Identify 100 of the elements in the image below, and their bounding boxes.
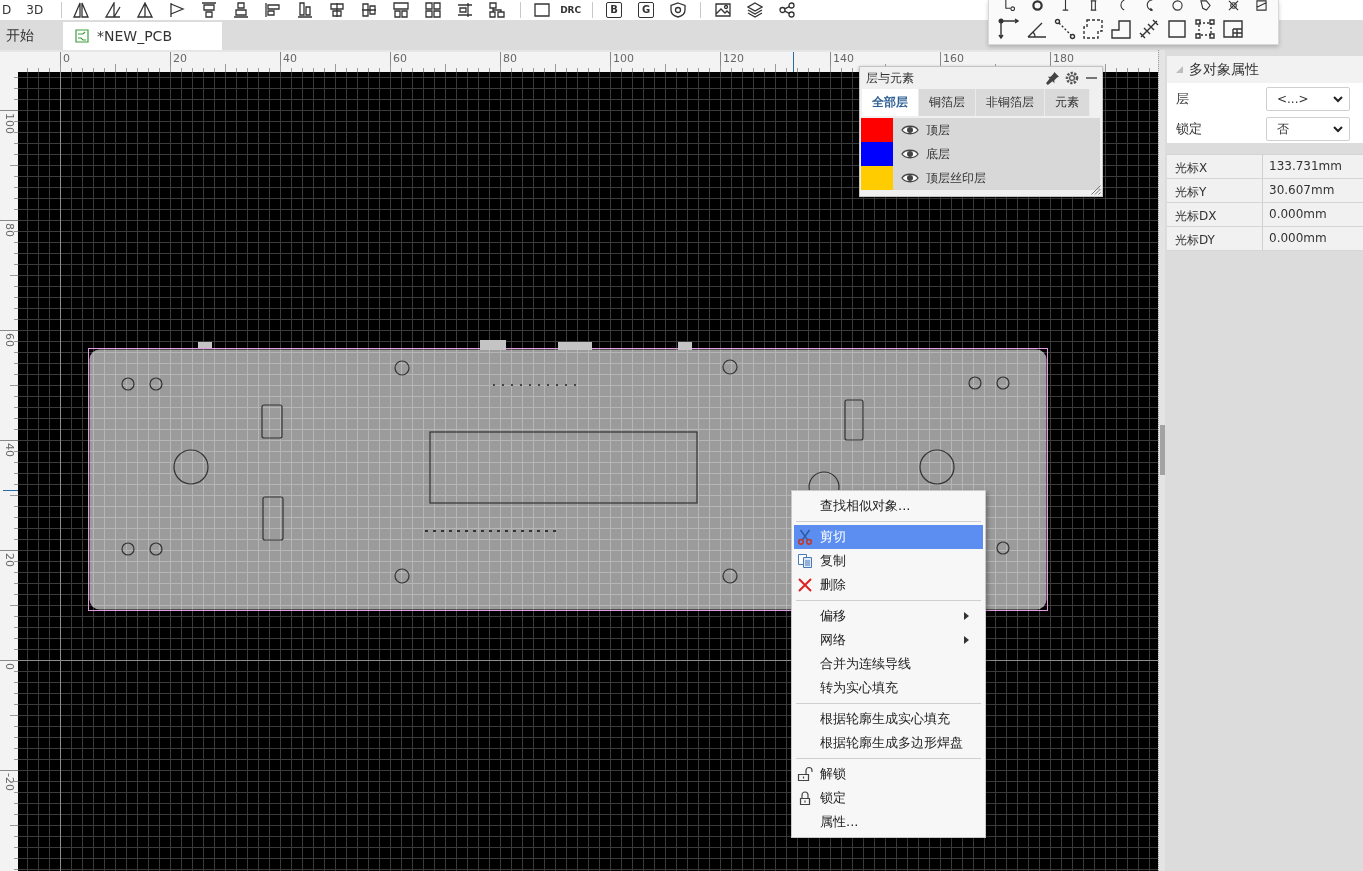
mounting-hole [722,359,738,375]
table-cell: 0.000mm [1263,203,1363,227]
framed-line-icon[interactable] [1255,0,1267,11]
view-mode-button[interactable]: D [1,2,13,18]
dashed-shape-icon[interactable] [1082,18,1104,40]
menu-item[interactable]: 复制 [794,549,983,573]
dropdown[interactable]: <...> [1266,87,1350,111]
ruler-label: 0 [60,52,70,65]
table-cell: 30.607mm [1263,179,1363,203]
menu-item[interactable]: 删除 [794,573,983,597]
shield-icon[interactable] [670,2,687,18]
layer-filter-tab[interactable]: 全部层 [862,89,919,116]
spacing-icon[interactable] [457,2,474,18]
component-outline [480,340,506,350]
rectangle-icon[interactable] [534,2,551,18]
dropdown[interactable]: 否 [1266,117,1350,141]
grid-icon[interactable] [425,2,442,18]
settings-icon[interactable] [1065,71,1079,85]
resize-grip-icon[interactable] [1091,185,1101,195]
picture-icon[interactable] [715,2,732,18]
step-shape-icon[interactable] [1110,18,1132,40]
eye-icon[interactable] [901,172,919,184]
table-icon[interactable] [1222,18,1244,40]
eye-icon[interactable] [901,148,919,160]
field-label: 层 [1176,90,1190,108]
splitter-handle[interactable] [1159,425,1165,475]
menu-item[interactable]: 根据轮廓生成多边形焊盘 [794,731,983,755]
layer-filter-tab[interactable]: 元素 [1045,89,1090,116]
dimension-corner-icon[interactable] [998,18,1020,40]
menu-item[interactable]: 根据轮廓生成实心填充 [794,707,983,731]
corner-node-icon[interactable] [1003,0,1015,11]
select-frame-icon[interactable] [1194,18,1216,40]
layer-filter-tab[interactable]: 非铜箔层 [976,89,1045,116]
layer-filter-tab[interactable]: 铜箔层 [919,89,976,116]
triangle-icon[interactable] [137,2,154,18]
ruler-label: 60 [390,52,407,65]
bars-icon[interactable] [297,2,314,18]
layer-row[interactable]: 顶层 [861,118,1100,142]
mounting-hole [173,449,209,485]
slot-outline [844,399,864,441]
mounting-hole [394,568,410,584]
cross-icon [797,577,813,593]
flag-icon[interactable] [169,2,186,18]
panel-header[interactable]: 多对象属性 [1167,56,1363,83]
layer-row[interactable]: 顶层丝印层 [861,166,1100,190]
cross-circle-icon[interactable] [1227,0,1239,11]
center-vertical-icon[interactable] [329,2,346,18]
layer-name: 顶层 [926,121,950,139]
padlock-icon [797,790,813,806]
copy-icon [797,553,813,569]
diagonal-dimension-icon[interactable] [1138,18,1160,40]
menu-item[interactable]: 查找相似对象... [794,494,983,518]
align-top-icon[interactable] [201,2,218,18]
editor-tab[interactable]: *NEW_PCB [63,22,222,50]
ruler-label: 20 [170,52,187,65]
layer-row[interactable]: 底层 [861,142,1100,166]
panel-title: 层与元素 [866,69,915,87]
menu-item[interactable]: 转为实心填充 [794,676,983,700]
table-cell: 133.731mm [1263,155,1363,179]
slot-outline [262,496,284,541]
eye-icon[interactable] [901,124,919,136]
pcb-canvas[interactable] [18,72,1158,871]
menu-item[interactable]: 合并为连续导线 [794,652,983,676]
mounting-hole [722,568,738,584]
scissors-icon [797,529,813,545]
menu-item[interactable]: 属性... [794,810,983,834]
mounting-hole [968,376,982,390]
distribute-icon[interactable] [393,2,410,18]
center-horizontal-icon[interactable] [361,2,378,18]
align-left-icon[interactable] [265,2,282,18]
component-outline [198,342,212,348]
tree-icon[interactable] [489,2,506,18]
toolbar-button[interactable]: G [638,2,655,18]
skew-triangles-icon[interactable] [105,2,122,18]
circle-icon[interactable] [1171,0,1183,11]
table-cell: 0.000mm [1263,227,1363,251]
menu-item[interactable]: 解锁 [794,762,983,786]
cursor-marker [793,52,794,72]
view-mode-button[interactable]: 3D [25,2,45,18]
square-icon[interactable] [1166,18,1188,40]
menu-item[interactable]: 偏移 [794,604,983,628]
ruler-label: 40 [280,52,297,65]
ring-icon[interactable] [1031,0,1043,11]
menu-item[interactable]: 网络 [794,628,983,652]
share-icon[interactable] [779,2,796,18]
toolbar-button[interactable]: B [606,2,623,18]
layer-name: 底层 [926,145,950,163]
pin-icon[interactable] [1046,71,1059,85]
mirror-triangles-icon[interactable] [73,2,90,18]
component-outline [678,342,692,350]
align-bottom-icon[interactable] [233,2,250,18]
drc-button[interactable]: DRC [558,3,584,17]
cursor-marker [3,490,18,491]
mounting-hole [394,360,410,376]
tag-icon[interactable] [1199,0,1211,11]
mounting-hole [996,376,1010,390]
dotted-segment-icon[interactable] [1054,18,1076,40]
board-icon [75,29,89,43]
layers-icon[interactable] [747,2,764,18]
menu-item[interactable]: 锁定 [794,786,983,810]
